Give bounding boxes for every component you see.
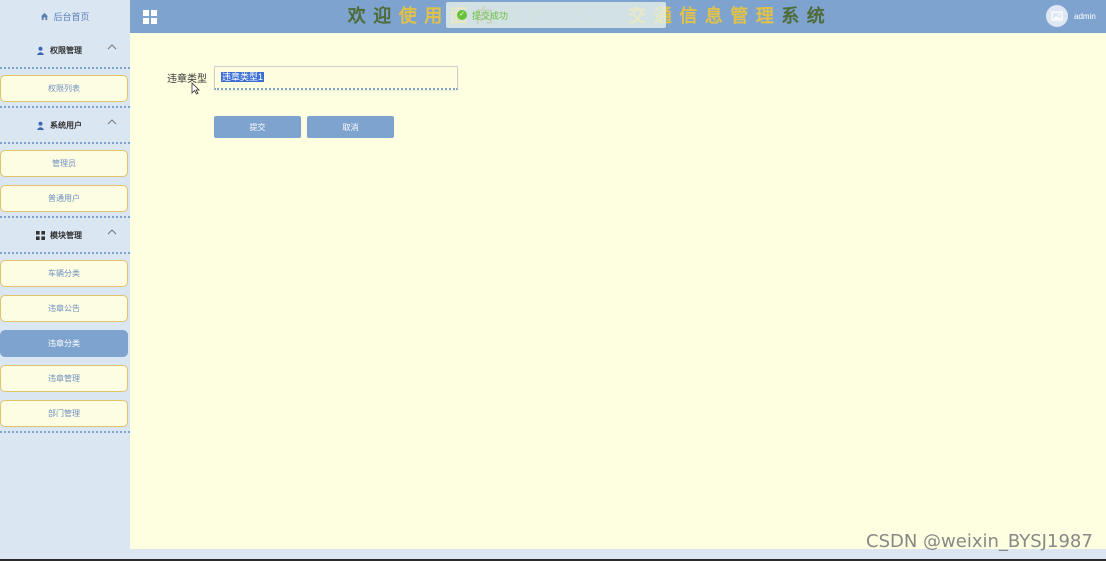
sidebar-group[interactable]: 系统用户 <box>0 108 130 142</box>
sidebar-group-label: 系统用户 <box>50 121 82 130</box>
cancel-button[interactable]: 取消 <box>307 116 394 138</box>
title-char: 信 <box>679 6 698 27</box>
chevron-up-icon[interactable] <box>107 43 117 51</box>
image-icon <box>1051 11 1063 21</box>
sidebar-item[interactable]: 普通用户 <box>0 185 128 212</box>
check-circle-icon: ✓ <box>457 10 467 20</box>
user-menu[interactable]: admin <box>1046 5 1096 27</box>
watermark: CSDN @weixin_BYSJ1987 <box>866 531 1093 552</box>
user-icon <box>36 121 45 130</box>
title-char: 用 <box>424 6 443 27</box>
user-name[interactable]: admin <box>1074 12 1096 21</box>
sidebar-item[interactable]: 车辆分类 <box>0 260 128 287</box>
sidebar-group[interactable]: 权限管理 <box>0 33 130 67</box>
chevron-up-icon[interactable] <box>107 228 117 236</box>
title-char: 管 <box>730 6 749 27</box>
sidebar-item[interactable]: 违章公告 <box>0 295 128 322</box>
toast-text: 提交成功 <box>472 10 509 21</box>
title-char: 使 <box>398 6 417 27</box>
home-label: 后台首页 <box>53 12 90 22</box>
home-icon <box>41 12 49 21</box>
sidebar-item[interactable]: 权限列表 <box>0 75 128 102</box>
sidebar-group-label: 模块管理 <box>50 231 82 240</box>
user-icon <box>36 46 45 55</box>
menu-toggle-icon[interactable] <box>143 10 157 24</box>
sidebar-group[interactable]: 模块管理 <box>0 218 130 252</box>
success-toast: ✓ 提交成功 <box>446 2 666 28</box>
sidebar-item[interactable]: 管理员 <box>0 150 128 177</box>
home-link[interactable]: 后台首页 <box>0 0 130 33</box>
avatar[interactable] <box>1046 5 1068 27</box>
title-char: 统 <box>806 6 825 27</box>
mouse-cursor-icon <box>191 82 200 95</box>
title-char: 息 <box>704 6 723 27</box>
violation-type-input[interactable]: 违章类型1 <box>214 66 458 90</box>
title-char: 迎 <box>373 6 392 27</box>
sidebar-group-label: 权限管理 <box>50 46 82 55</box>
sidebar-item[interactable]: 违章管理 <box>0 365 128 392</box>
grid-icon <box>36 231 45 240</box>
field-label: 违章类型 <box>167 74 207 85</box>
sidebar-item[interactable]: 违章分类 <box>0 330 128 357</box>
title-char: 系 <box>781 6 800 27</box>
divider <box>0 429 130 433</box>
input-value: 违章类型1 <box>221 72 265 82</box>
chevron-up-icon[interactable] <box>107 118 117 126</box>
submit-button[interactable]: 提交 <box>214 116 301 138</box>
sidebar: 权限管理权限列表系统用户管理员普通用户模块管理车辆分类违章公告违章分类违章管理部… <box>0 33 130 549</box>
sidebar-item[interactable]: 部门管理 <box>0 400 128 427</box>
title-char: 理 <box>755 6 774 27</box>
title-char: 欢 <box>347 6 366 27</box>
